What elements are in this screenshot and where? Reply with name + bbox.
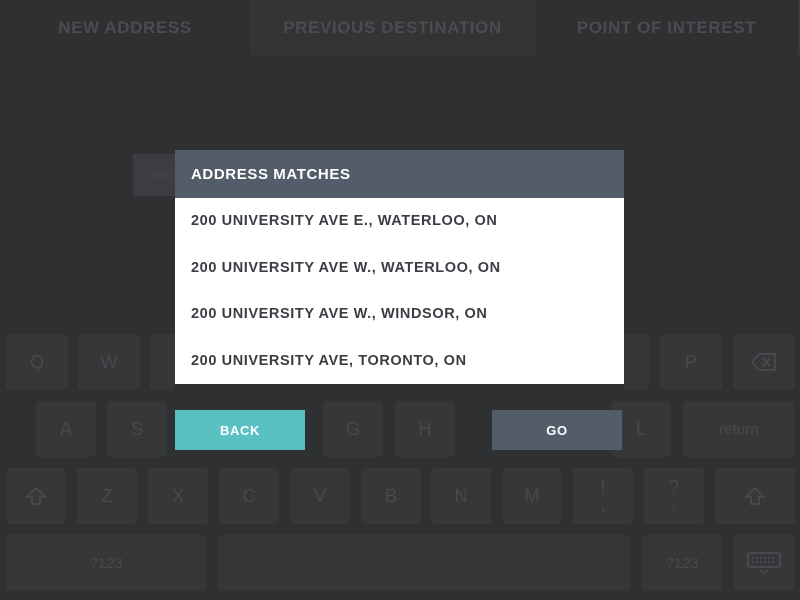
address-match-item[interactable]: 200 UNIVERSITY AVE W., WINDSOR, ON — [175, 291, 624, 338]
address-match-item[interactable]: 200 UNIVERSITY AVE W., WATERLOO, ON — [175, 245, 624, 292]
address-match-item[interactable]: 200 UNIVERSITY AVE, TORONTO, ON — [175, 338, 624, 385]
address-match-item[interactable]: 200 UNIVERSITY AVE E., WATERLOO, ON — [175, 198, 624, 245]
back-button[interactable]: BACK — [175, 410, 305, 450]
go-button[interactable]: GO — [492, 410, 622, 450]
navigation-address-screen: NEW ADDRESS PREVIOUS DESTINATION POINT O… — [0, 0, 800, 600]
address-matches-dialog: ADDRESS MATCHES 200 UNIVERSITY AVE E., W… — [175, 150, 624, 384]
dialog-title: ADDRESS MATCHES — [175, 150, 624, 198]
